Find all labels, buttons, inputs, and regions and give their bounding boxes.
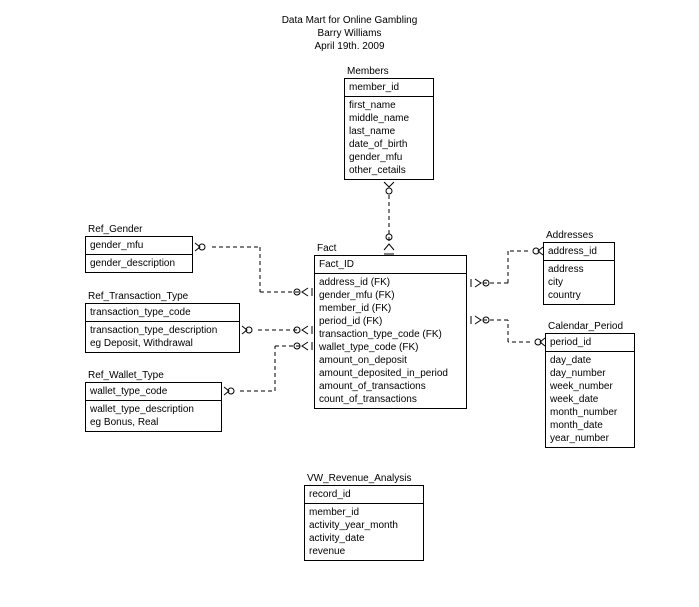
attr-field: other_cetails [349, 164, 429, 177]
attr-field: activity_year_month [309, 519, 419, 532]
entity-members: Members member_id first_name middle_name… [344, 66, 434, 180]
entity-calendar-period: Calendar_Period period_id day_date day_n… [545, 321, 635, 448]
pk-field: transaction_type_code [90, 306, 235, 319]
attr-field: week_number [550, 380, 630, 393]
attr-field: eg Bonus, Real [90, 416, 217, 429]
entity-vw-revenue-analysis: VW_Revenue_Analysis record_id member_id … [304, 473, 424, 561]
attr-field: gender_mfu [349, 151, 429, 164]
entity-ref-wallet-type: Ref_Wallet_Type wallet_type_code wallet_… [85, 370, 222, 432]
pk-field: record_id [309, 488, 419, 501]
entity-title: Ref_Transaction_Type [85, 291, 240, 303]
attr-field: middle_name [349, 112, 429, 125]
pk-field: gender_mfu [90, 239, 188, 252]
rel-transaction-fact [242, 326, 312, 334]
attr-field: last_name [349, 125, 429, 138]
attr-field: gender_description [90, 257, 188, 270]
pk-field: address_id [548, 245, 610, 258]
entity-title: Fact [314, 243, 467, 255]
attr-field: address [548, 263, 610, 276]
diagram-author: Barry Williams [0, 27, 699, 40]
diagram-title: Data Mart for Online Gambling [0, 14, 699, 27]
diagram-date: April 19th. 2009 [0, 40, 699, 53]
attr-field: wallet_type_description [90, 403, 217, 416]
entity-title: Ref_Wallet_Type [85, 370, 222, 382]
attr-field: gender_mfu (FK) [319, 289, 462, 302]
entity-title: VW_Revenue_Analysis [304, 473, 424, 485]
entity-ref-transaction-type: Ref_Transaction_Type transaction_type_co… [85, 291, 240, 353]
entity-ref-gender: Ref_Gender gender_mfu gender_description [85, 224, 193, 273]
attr-field: date_of_birth [349, 138, 429, 151]
attr-field: amount_of_transactions [319, 380, 462, 393]
entity-title: Members [344, 66, 434, 78]
pk-field: Fact_ID [319, 258, 462, 271]
attr-field: first_name [349, 99, 429, 112]
attr-field: week_date [550, 393, 630, 406]
entity-title: Calendar_Period [545, 321, 635, 333]
attr-field: transaction_type_code (FK) [319, 328, 462, 341]
attr-field: amount_deposited_in_period [319, 367, 462, 380]
attr-field: day_number [550, 367, 630, 380]
attr-field: member_id [309, 506, 419, 519]
attr-field: year_number [550, 432, 630, 445]
attr-field: activity_date [309, 532, 419, 545]
attr-field: member_id (FK) [319, 302, 462, 315]
entity-title: Addresses [543, 230, 615, 242]
rel-addresses-fact [471, 247, 543, 287]
attr-field: count_of_transactions [319, 393, 462, 406]
attr-field: month_date [550, 419, 630, 432]
attr-field: month_number [550, 406, 630, 419]
attr-field: revenue [309, 545, 419, 558]
attr-field: country [548, 289, 610, 302]
attr-field: transaction_type_description [90, 324, 235, 337]
rel-gender-fact [195, 243, 312, 296]
attr-field: city [548, 276, 610, 289]
attr-field: address_id (FK) [319, 276, 462, 289]
attr-field: amount_on_deposit [319, 354, 462, 367]
attr-field: wallet_type_code (FK) [319, 341, 462, 354]
pk-field: wallet_type_code [90, 385, 217, 398]
entity-addresses: Addresses address_id address city countr… [543, 230, 615, 305]
rel-calendar-fact [471, 316, 545, 346]
diagram-header: Data Mart for Online Gambling Barry Will… [0, 14, 699, 53]
pk-field: period_id [550, 336, 630, 349]
entity-title: Ref_Gender [85, 224, 193, 236]
attr-field: eg Deposit, Withdrawal [90, 337, 235, 350]
attr-field: period_id (FK) [319, 315, 462, 328]
pk-field: member_id [349, 81, 429, 94]
attr-field: day_date [550, 354, 630, 367]
entity-fact: Fact Fact_ID address_id (FK) gender_mfu … [314, 243, 467, 409]
